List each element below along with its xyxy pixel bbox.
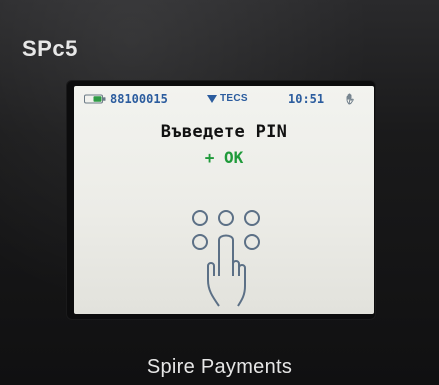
pin-keypad-finger-icon — [192, 210, 260, 307]
payment-terminal: SPc5 88100015 TECS 10:51 Въведете PIN + … — [0, 0, 439, 385]
hand-icon — [346, 93, 354, 105]
network-signal-icon — [207, 95, 217, 103]
pin-prompt: Въведете PIN — [160, 122, 288, 142]
clock: 10:51 — [288, 92, 325, 106]
battery-icon — [84, 94, 106, 104]
terminal-id: 88100015 — [110, 92, 168, 106]
ok-hint: + OK — [204, 148, 244, 167]
model-label: SPc5 — [22, 36, 78, 61]
terminal-screen[interactable]: 88100015 TECS 10:51 Въведете PIN + OK — [74, 86, 374, 314]
status-bar: 88100015 TECS 10:51 — [74, 86, 374, 112]
brand-label: Spire Payments — [146, 356, 293, 378]
network-name: TECS — [220, 93, 248, 104]
